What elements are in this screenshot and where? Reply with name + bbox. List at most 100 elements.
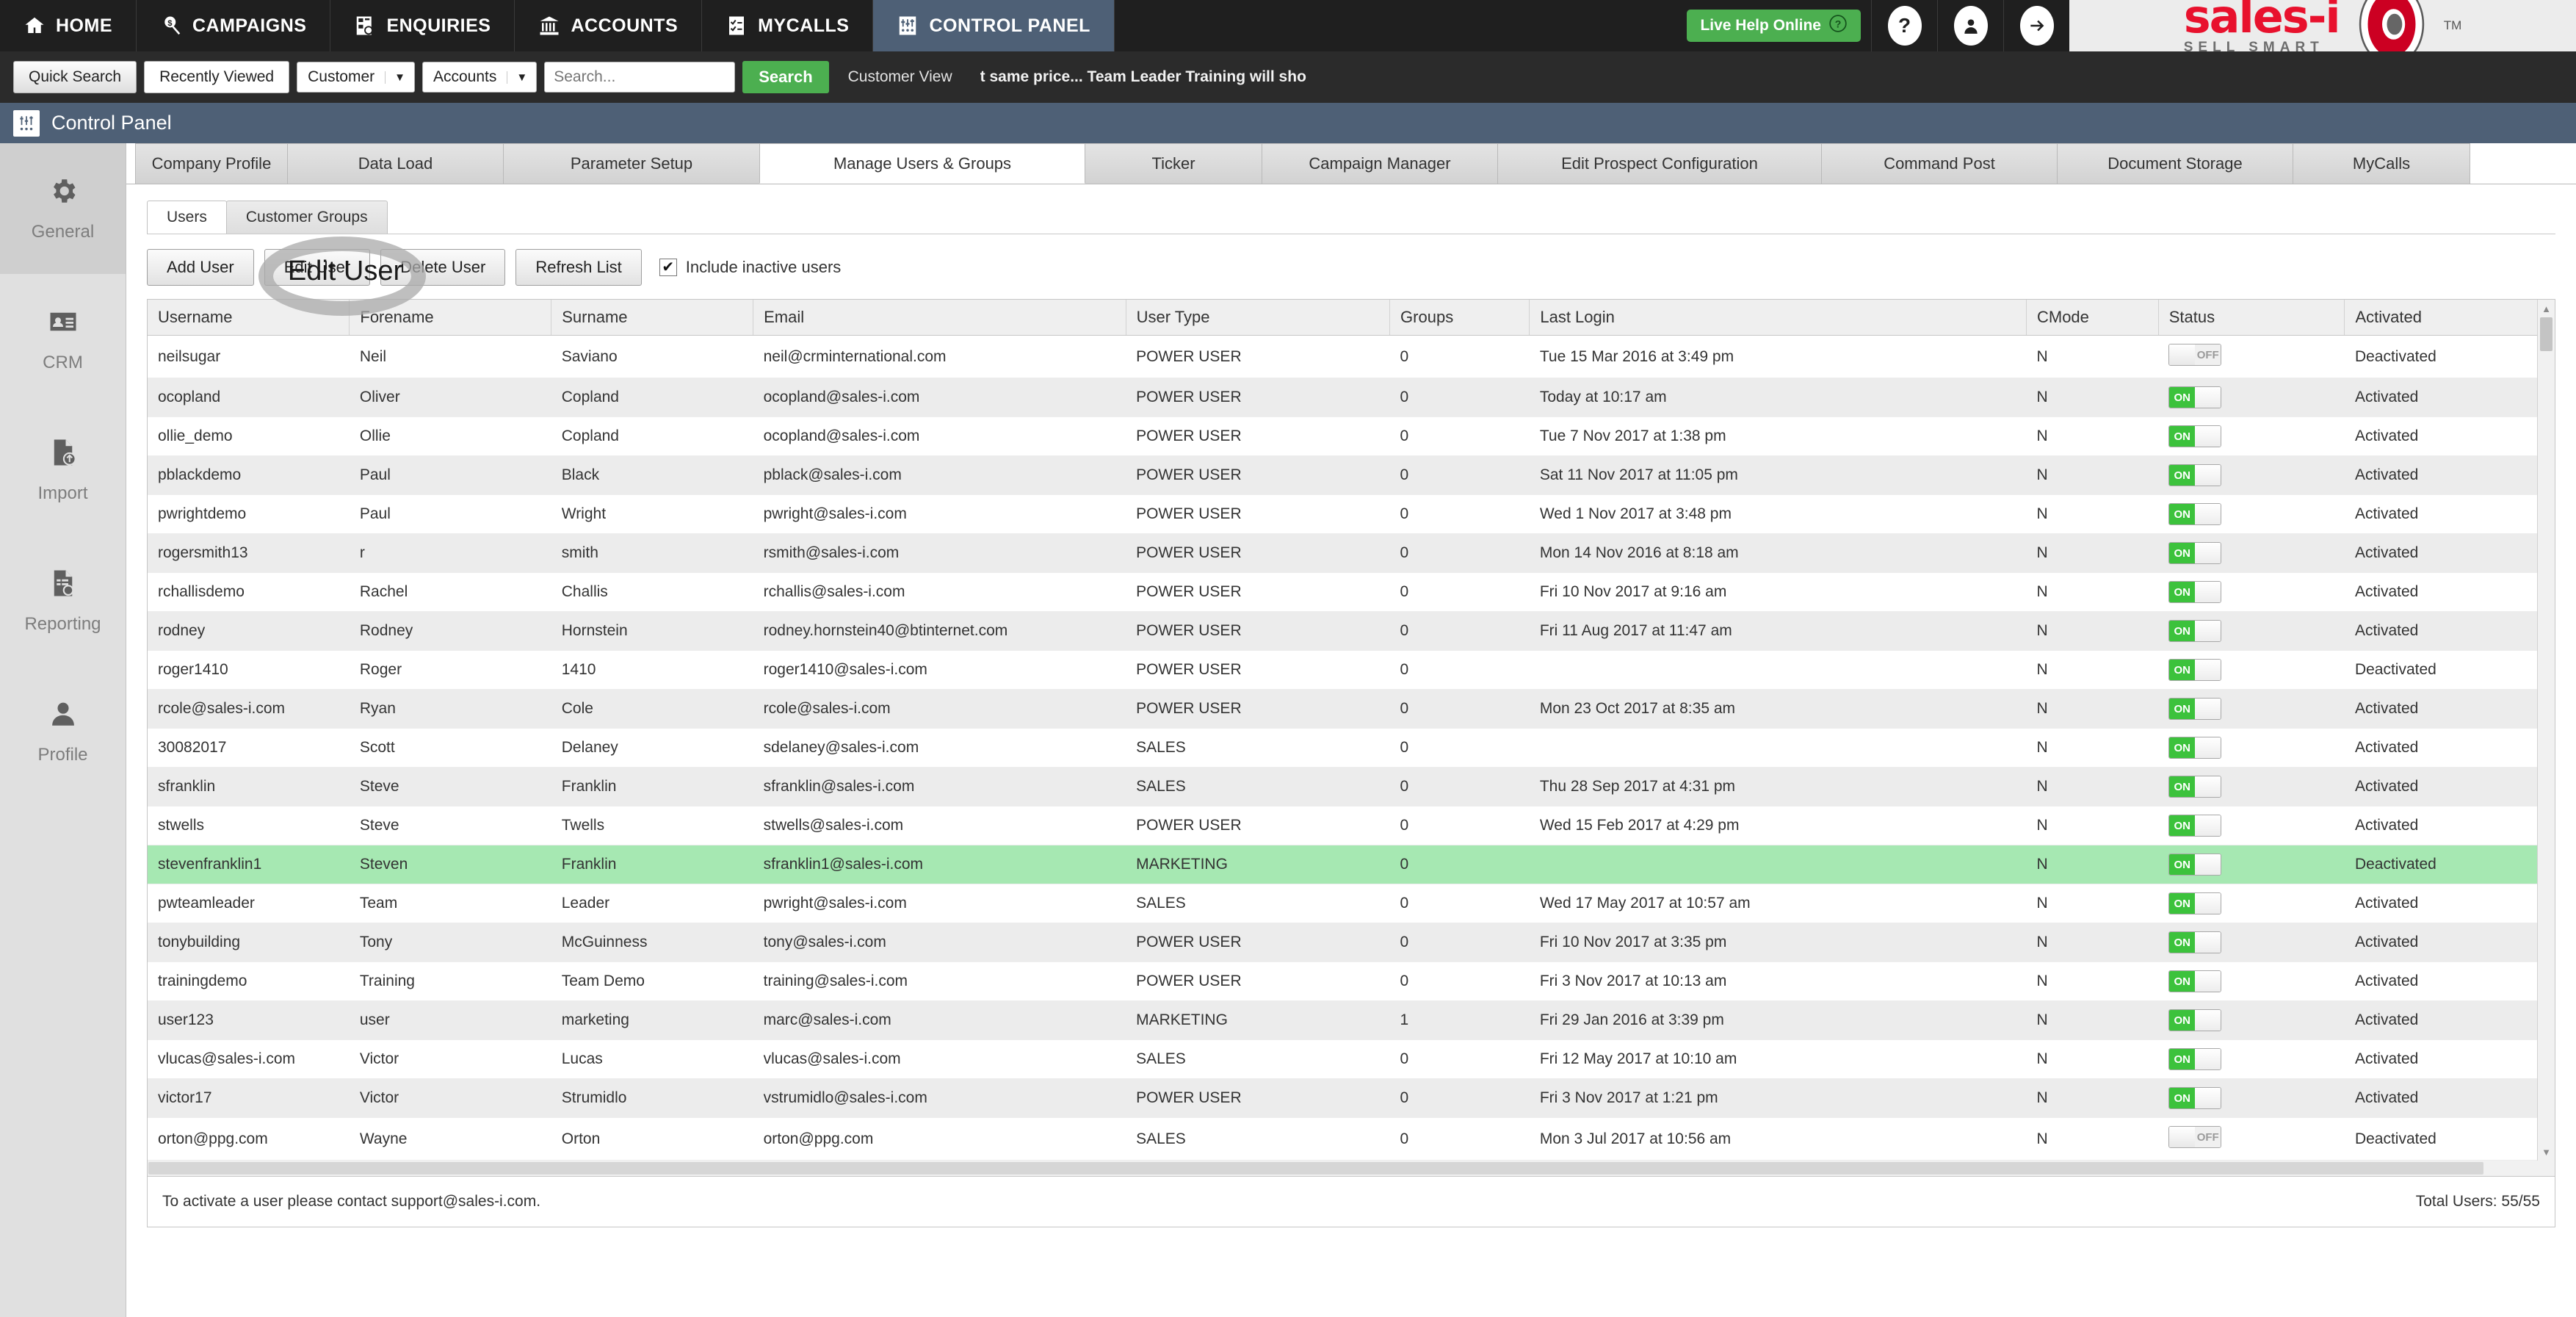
sidebar-item-import[interactable]: Import bbox=[0, 405, 126, 535]
table-row[interactable]: victor17 Victor Strumidlo vstrumidlo@sales-… bbox=[148, 1078, 2555, 1118]
edit-user-button[interactable]: Edit User bbox=[264, 249, 371, 286]
status-toggle[interactable]: ON bbox=[2168, 776, 2222, 798]
status-toggle[interactable]: ON bbox=[2168, 1009, 2222, 1031]
table-row[interactable]: vlucas@sales-i.com Victor Lucas vlucas@sale… bbox=[148, 1039, 2555, 1079]
status-toggle[interactable]: OFF bbox=[2168, 1126, 2222, 1148]
sidebar-item-general[interactable]: General bbox=[0, 143, 126, 274]
tab-ticker[interactable]: Ticker bbox=[1085, 143, 1262, 184]
tab-campaign-manager[interactable]: Campaign Manager bbox=[1262, 143, 1498, 184]
col-user-type[interactable]: User Type bbox=[1126, 300, 1391, 336]
status-toggle[interactable]: ON bbox=[2168, 425, 2222, 447]
subtab-customer-groups[interactable]: Customer Groups bbox=[225, 201, 388, 234]
scroll-down-arrow-icon[interactable]: ▼ bbox=[2538, 1143, 2555, 1161]
table-row[interactable]: ollie_demo Ollie Copland ocopland@sales-i.c… bbox=[148, 416, 2555, 456]
hscroll-thumb[interactable] bbox=[148, 1162, 2483, 1175]
delete-user-button[interactable]: Delete User bbox=[380, 249, 506, 286]
status-toggle[interactable]: ON bbox=[2168, 1048, 2222, 1070]
quick-search-button[interactable]: Quick Search bbox=[13, 61, 137, 93]
tab-edit-prospect-configuration[interactable]: Edit Prospect Configuration bbox=[1497, 143, 1822, 184]
status-toggle[interactable]: ON bbox=[2168, 815, 2222, 837]
table-row[interactable]: orton@ppg.com Wayne Orton orton@ppg.com SALE… bbox=[148, 1117, 2555, 1161]
status-toggle[interactable]: ON bbox=[2168, 542, 2222, 564]
nav-item-mycalls[interactable]: MYCALLS bbox=[702, 0, 874, 51]
status-toggle[interactable]: ON bbox=[2168, 503, 2222, 525]
tab-command-post[interactable]: Command Post bbox=[1821, 143, 2058, 184]
status-toggle[interactable]: ON bbox=[2168, 698, 2222, 720]
customer-type-select[interactable]: Customer ▼ bbox=[297, 62, 415, 93]
status-toggle[interactable]: OFF bbox=[2168, 344, 2222, 366]
table-vertical-scrollbar[interactable]: ▲ ▼ bbox=[2537, 300, 2555, 1161]
recently-viewed-button[interactable]: Recently Viewed bbox=[144, 61, 290, 93]
help-button[interactable]: ? bbox=[1871, 0, 1937, 51]
scroll-up-arrow-icon[interactable]: ▲ bbox=[2538, 300, 2555, 317]
status-toggle[interactable]: ON bbox=[2168, 892, 2222, 914]
status-toggle[interactable]: ON bbox=[2168, 659, 2222, 681]
cell-activated: Activated bbox=[2344, 611, 2555, 651]
tab-document-storage[interactable]: Document Storage bbox=[2057, 143, 2293, 184]
table-row[interactable]: trainingdemo Training Team Demo training@sa… bbox=[148, 961, 2555, 1001]
search-button[interactable]: Search bbox=[742, 61, 829, 93]
tab-company-profile[interactable]: Company Profile bbox=[135, 143, 288, 184]
nav-item-accounts[interactable]: ACCOUNTS bbox=[515, 0, 703, 51]
col-status[interactable]: Status bbox=[2158, 300, 2345, 336]
sidebar-item-crm[interactable]: CRM bbox=[0, 274, 126, 405]
nav-item-campaigns[interactable]: $ CAMPAIGNS bbox=[137, 0, 331, 51]
table-row[interactable]: sfranklin Steve Franklin sfranklin@sales-i.… bbox=[148, 767, 2555, 807]
nav-item-control-panel[interactable]: CONTROL PANEL bbox=[873, 0, 1115, 51]
col-groups[interactable]: Groups bbox=[1389, 300, 1530, 336]
col-username[interactable]: Username bbox=[148, 300, 350, 336]
logout-button[interactable] bbox=[2003, 0, 2069, 51]
tab-manage-users-groups[interactable]: Manage Users & Groups bbox=[759, 143, 1085, 184]
col-activated[interactable]: Activated bbox=[2344, 300, 2555, 336]
tab-data-load[interactable]: Data Load bbox=[287, 143, 504, 184]
table-row[interactable]: rchallisdemo Rachel Challis rchallis@sales-… bbox=[148, 572, 2555, 612]
user-account-button[interactable] bbox=[1937, 0, 2003, 51]
nav-item-home[interactable]: HOME bbox=[0, 0, 137, 51]
table-row[interactable]: tonybuilding Tony McGuinness tony@sales-i.c… bbox=[148, 923, 2555, 962]
status-toggle[interactable]: ON bbox=[2168, 1087, 2222, 1109]
tab-mycalls[interactable]: MyCalls bbox=[2293, 143, 2470, 184]
live-help-online-button[interactable]: Live Help Online ? bbox=[1687, 10, 1861, 42]
table-row[interactable]: pwteamleader Team Leader pwright@sales-i.co… bbox=[148, 884, 2555, 923]
table-row[interactable]: user123 user marketing marc@sales-i.com MARK… bbox=[148, 1000, 2555, 1040]
tab-parameter-setup[interactable]: Parameter Setup bbox=[503, 143, 760, 184]
nav-item-enquiries[interactable]: ENQUIRIES bbox=[330, 0, 515, 51]
table-row[interactable]: rcole@sales-i.com Ryan Cole rcole@sales-i.c… bbox=[148, 689, 2555, 729]
status-toggle[interactable]: ON bbox=[2168, 620, 2222, 642]
col-forename[interactable]: Forename bbox=[349, 300, 552, 336]
status-toggle[interactable]: ON bbox=[2168, 854, 2222, 876]
status-toggle[interactable]: ON bbox=[2168, 464, 2222, 486]
sidebar-item-profile[interactable]: Profile bbox=[0, 666, 126, 797]
scroll-thumb[interactable] bbox=[2540, 317, 2553, 351]
table-row[interactable]: stevenfranklin1 Steven Franklin sfranklin1@… bbox=[148, 845, 2555, 884]
col-email[interactable]: Email bbox=[753, 300, 1126, 336]
table-row[interactable]: 30082017 Scott Delaney sdelaney@sales-i.com… bbox=[148, 728, 2555, 768]
cell-last-login: Fri 29 Jan 2016 at 3:39 pm bbox=[1529, 1000, 2027, 1040]
customer-view-link[interactable]: Customer View bbox=[848, 68, 952, 86]
cell-status: OFF bbox=[2158, 1117, 2345, 1161]
table-row[interactable]: rodney Rodney Hornstein rodney.hornstein40@… bbox=[148, 611, 2555, 651]
table-row[interactable]: roger1410 Roger 1410 roger1410@sales-i.com P… bbox=[148, 650, 2555, 690]
sidebar-item-reporting[interactable]: Reporting bbox=[0, 535, 126, 666]
col-cmode[interactable]: CMode bbox=[2026, 300, 2159, 336]
table-row[interactable]: pblackdemo Paul Black pblack@sales-i.com POW… bbox=[148, 455, 2555, 495]
status-toggle[interactable]: ON bbox=[2168, 970, 2222, 992]
col-last-login[interactable]: Last Login bbox=[1529, 300, 2027, 336]
include-inactive-users-checkbox[interactable]: ✔ Include inactive users bbox=[659, 258, 841, 277]
table-row[interactable]: ocopland Oliver Copland ocopland@sales-i.co… bbox=[148, 378, 2555, 417]
subtab-users[interactable]: Users bbox=[147, 201, 227, 234]
search-input[interactable] bbox=[544, 62, 736, 93]
status-toggle[interactable]: ON bbox=[2168, 386, 2222, 408]
col-surname[interactable]: Surname bbox=[551, 300, 754, 336]
table-row[interactable]: pwrightdemo Paul Wright pwright@sales-i.com… bbox=[148, 494, 2555, 534]
status-toggle[interactable]: ON bbox=[2168, 581, 2222, 603]
table-horizontal-scrollbar[interactable] bbox=[147, 1161, 2555, 1177]
table-row[interactable]: rogersmith13 r smith rsmith@sales-i.com POWE… bbox=[148, 533, 2555, 573]
refresh-list-button[interactable]: Refresh List bbox=[515, 249, 642, 286]
accounts-scope-select[interactable]: Accounts ▼ bbox=[422, 62, 538, 93]
status-toggle[interactable]: ON bbox=[2168, 737, 2222, 759]
status-toggle[interactable]: ON bbox=[2168, 931, 2222, 953]
table-row[interactable]: stwells Steve Twells stwells@sales-i.com POW… bbox=[148, 806, 2555, 845]
table-row[interactable]: neilsugar Neil Saviano neil@crminternationa… bbox=[148, 335, 2555, 378]
add-user-button[interactable]: Add User bbox=[147, 249, 254, 286]
